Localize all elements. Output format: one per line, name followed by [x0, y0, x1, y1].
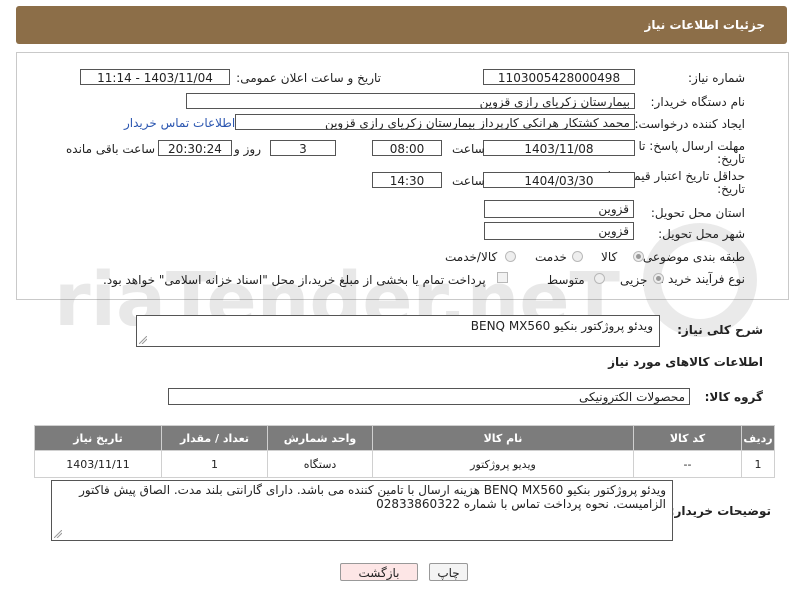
buyer-contact-link[interactable]: اطلاعات تماس خریدار	[124, 116, 235, 130]
purchase-radio-minor[interactable]	[653, 273, 664, 284]
remaining-time-field: 20:30:24	[158, 140, 232, 156]
summary-label: شرح کلی نیاز:	[677, 323, 763, 337]
category-radio-service[interactable]	[572, 251, 583, 262]
treasury-payment-checkbox[interactable]	[497, 272, 508, 283]
col-header-row-number: ردیف	[741, 425, 775, 451]
remaining-days-field: 3	[270, 140, 336, 156]
response-deadline-label: مهلت ارسال پاسخ: تا	[638, 139, 745, 153]
cell-need-date: 1403/11/11	[34, 450, 162, 478]
col-header-goods-code: کد کالا	[633, 425, 742, 451]
col-header-quantity: تعداد / مقدار	[161, 425, 268, 451]
response-deadline-time-label: ساعت	[452, 142, 485, 156]
col-header-need-date: تاریخ نیاز	[34, 425, 162, 451]
print-button[interactable]: چاپ	[429, 563, 468, 581]
summary-textarea[interactable]: ویدئو پروژکتور بنکیو BENQ MX560	[136, 315, 660, 347]
category-radio-goods[interactable]	[633, 251, 644, 262]
category-radio-goods-service[interactable]	[505, 251, 516, 262]
buyer-org-field: بیمارستان زکریای رازی قزوین	[186, 93, 635, 109]
announce-datetime-label: تاریخ و ساعت اعلان عمومی:	[236, 71, 381, 85]
purchase-type-label: نوع فرآیند خرید :	[660, 272, 745, 286]
goods-group-field: محصولات الکترونیکی	[168, 388, 690, 405]
delivery-province-field: قزوین	[484, 200, 634, 218]
price-validity-time-field: 14:30	[372, 172, 442, 188]
col-header-goods-name: نام کالا	[372, 425, 634, 451]
cell-quantity: 1	[161, 450, 268, 478]
purchase-radio-medium[interactable]	[594, 273, 605, 284]
buyer-notes-label: توضیحات خریدار:	[669, 504, 771, 518]
remaining-time-label: ساعت باقی مانده	[66, 142, 156, 156]
purchase-option-minor: جزیی	[620, 273, 648, 287]
price-validity-time-label: ساعت	[452, 174, 485, 188]
back-button[interactable]: بازگشت	[340, 563, 418, 581]
delivery-city-label: شهر محل تحویل:	[658, 227, 745, 241]
table-header-row: ردیف کد کالا نام کالا واحد شمارش تعداد /…	[34, 425, 775, 451]
goods-table: ردیف کد کالا نام کالا واحد شمارش تعداد /…	[34, 425, 775, 478]
summary-text: ویدئو پروژکتور بنکیو BENQ MX560	[470, 319, 653, 333]
category-option-service: خدمت	[535, 250, 567, 264]
col-header-unit: واحد شمارش	[267, 425, 373, 451]
cell-goods-code: --	[633, 450, 742, 478]
resize-handle-icon[interactable]	[139, 336, 147, 344]
response-deadline-label-date: تاریخ:	[717, 152, 745, 166]
page-title: جزئیات اطلاعات نیاز	[644, 18, 765, 32]
cell-row-number: 1	[741, 450, 775, 478]
buyer-notes-text: ویدئو پروژکتور بنکیو BENQ MX560 هزینه ار…	[79, 483, 666, 511]
requester-field: محمد کشتکار هرانکی کارپرداز بیمارستان زک…	[235, 114, 635, 130]
price-validity-label-date: تاریخ:	[717, 182, 745, 196]
category-label: طبقه بندی موضوعی:	[638, 250, 745, 264]
cell-unit: دستگاه	[267, 450, 373, 478]
price-validity-date-field: 1404/03/30	[483, 172, 635, 188]
purchase-option-medium: متوسط	[547, 273, 585, 287]
requester-label: ایجاد کننده درخواست:	[634, 117, 745, 131]
remaining-days-label: روز و	[234, 142, 261, 156]
need-number-label: شماره نیاز:	[688, 71, 745, 85]
page-header: جزئیات اطلاعات نیاز	[16, 6, 787, 44]
resize-handle-icon[interactable]	[54, 530, 62, 538]
delivery-province-label: استان محل تحویل:	[650, 206, 745, 220]
goods-group-label: گروه کالا:	[704, 390, 763, 404]
category-option-goods: کالا	[601, 250, 618, 264]
goods-info-title: اطلاعات کالاهای مورد نیاز	[608, 355, 763, 369]
table-row[interactable]: 1 -- ویدیو پروژکتور دستگاه 1 1403/11/11	[34, 450, 775, 478]
category-option-goods-service: کالا/خدمت	[445, 250, 498, 264]
treasury-payment-note: پرداخت تمام یا بخشی از مبلغ خرید،از محل …	[103, 273, 486, 287]
buyer-notes-textarea[interactable]: ویدئو پروژکتور بنکیو BENQ MX560 هزینه ار…	[51, 480, 673, 541]
need-number-field: 1103005428000498	[483, 69, 635, 85]
response-deadline-time-field: 08:00	[372, 140, 442, 156]
delivery-city-field: قزوین	[484, 222, 634, 240]
cell-goods-name: ویدیو پروژکتور	[372, 450, 634, 478]
response-deadline-date-field: 1403/11/08	[483, 140, 635, 156]
buyer-org-label: نام دستگاه خریدار:	[650, 95, 746, 109]
announce-datetime-field: 1403/11/04 - 11:14	[80, 69, 230, 85]
